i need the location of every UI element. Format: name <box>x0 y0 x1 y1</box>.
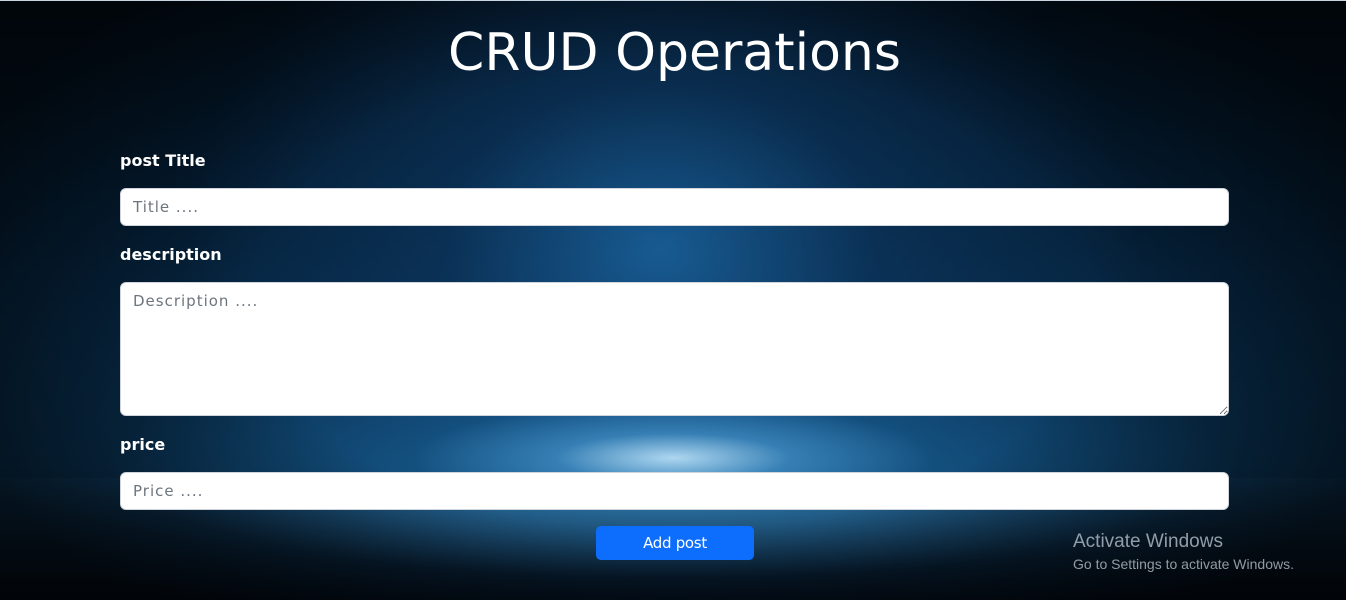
post-title-label: post Title <box>120 151 206 170</box>
window-top-border <box>0 0 1346 1</box>
description-textarea[interactable] <box>120 282 1229 416</box>
activate-windows-title: Activate Windows <box>1073 531 1223 552</box>
add-post-button[interactable]: Add post <box>596 526 754 560</box>
activate-windows-watermark: Activate Windows Go to Settings to activ… <box>1073 531 1294 573</box>
post-title-input[interactable] <box>120 188 1229 226</box>
price-input[interactable] <box>120 472 1229 510</box>
price-label: price <box>120 435 166 454</box>
activate-windows-subtitle: Go to Settings to activate Windows. <box>1073 556 1294 572</box>
description-label: description <box>120 245 222 264</box>
page-title: CRUD Operations <box>448 23 901 83</box>
